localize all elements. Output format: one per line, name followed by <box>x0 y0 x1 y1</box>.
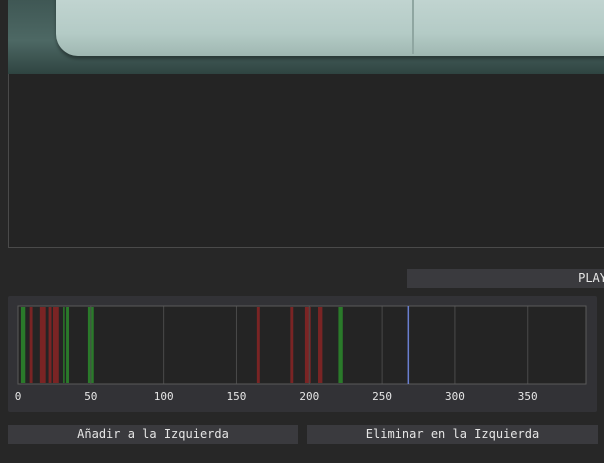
timeline-segment-cut <box>318 307 323 383</box>
add-left-button[interactable]: Añadir a la Izquierda <box>8 425 298 444</box>
timeline-tick-label: 50 <box>84 390 97 403</box>
timeline-plot-area <box>18 306 586 384</box>
timeline-tick-label: 200 <box>299 390 319 403</box>
timeline-segment-cut <box>29 307 33 383</box>
timeline-tick-label: 250 <box>372 390 392 403</box>
timeline-segment-keep <box>63 307 65 383</box>
play-button[interactable]: PLAY <box>407 269 604 288</box>
timeline-segment-cut <box>48 307 52 383</box>
timeline-segment-cut <box>290 307 294 383</box>
timeline-chart[interactable]: 0 50 100 150 200 250 300 350 <box>8 296 597 412</box>
timeline-segment-cut <box>304 307 311 383</box>
timeline-tick-label: 100 <box>154 390 174 403</box>
timeline-segment-keep <box>338 307 343 383</box>
timeline-tick-label: 0 <box>15 390 22 403</box>
video-frame-image <box>8 0 604 74</box>
timeline-tick-label: 350 <box>518 390 538 403</box>
timeline-tick-label: 300 <box>445 390 465 403</box>
video-subject-seam <box>412 0 414 54</box>
timeline-segment-keep <box>20 307 26 383</box>
timeline-segment-cut <box>39 307 46 383</box>
remove-left-button[interactable]: Eliminar en la Izquierda <box>307 425 598 444</box>
video-subject <box>56 0 604 56</box>
timeline-panel[interactable]: 0 50 100 150 200 250 300 350 <box>8 296 597 412</box>
timeline-segment-keep <box>66 307 69 383</box>
timeline-segment-cut <box>256 307 260 383</box>
timeline-tick-label: 150 <box>227 390 247 403</box>
timeline-segment-cut <box>52 307 59 383</box>
